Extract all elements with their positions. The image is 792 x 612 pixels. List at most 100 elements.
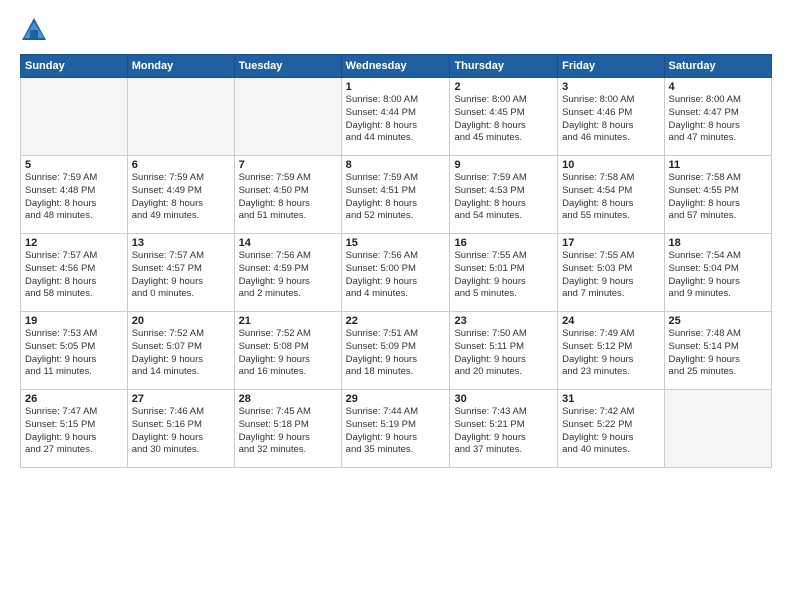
calendar-cell: 27Sunrise: 7:46 AMSunset: 5:16 PMDayligh… (127, 390, 234, 468)
calendar-cell: 16Sunrise: 7:55 AMSunset: 5:01 PMDayligh… (450, 234, 558, 312)
day-number: 10 (562, 159, 659, 171)
weekday-header-monday: Monday (127, 55, 234, 78)
calendar-cell: 2Sunrise: 8:00 AMSunset: 4:45 PMDaylight… (450, 78, 558, 156)
calendar-cell: 14Sunrise: 7:56 AMSunset: 4:59 PMDayligh… (234, 234, 341, 312)
calendar-cell: 23Sunrise: 7:50 AMSunset: 5:11 PMDayligh… (450, 312, 558, 390)
day-info: Sunrise: 7:59 AMSunset: 4:51 PMDaylight:… (346, 172, 446, 223)
day-number: 28 (239, 393, 337, 405)
day-number: 24 (562, 315, 659, 327)
day-info: Sunrise: 7:43 AMSunset: 5:21 PMDaylight:… (454, 406, 553, 457)
day-number: 23 (454, 315, 553, 327)
calendar-cell: 7Sunrise: 7:59 AMSunset: 4:50 PMDaylight… (234, 156, 341, 234)
day-info: Sunrise: 7:56 AMSunset: 4:59 PMDaylight:… (239, 250, 337, 301)
day-info: Sunrise: 7:59 AMSunset: 4:48 PMDaylight:… (25, 172, 123, 223)
day-info: Sunrise: 7:56 AMSunset: 5:00 PMDaylight:… (346, 250, 446, 301)
day-number: 3 (562, 81, 659, 93)
calendar-cell: 28Sunrise: 7:45 AMSunset: 5:18 PMDayligh… (234, 390, 341, 468)
day-info: Sunrise: 8:00 AMSunset: 4:45 PMDaylight:… (454, 94, 553, 145)
day-number: 5 (25, 159, 123, 171)
calendar-cell (234, 78, 341, 156)
day-info: Sunrise: 7:55 AMSunset: 5:03 PMDaylight:… (562, 250, 659, 301)
day-info: Sunrise: 7:48 AMSunset: 5:14 PMDaylight:… (669, 328, 767, 379)
day-number: 17 (562, 237, 659, 249)
day-number: 29 (346, 393, 446, 405)
calendar-cell: 3Sunrise: 8:00 AMSunset: 4:46 PMDaylight… (558, 78, 664, 156)
day-number: 8 (346, 159, 446, 171)
day-number: 19 (25, 315, 123, 327)
day-number: 7 (239, 159, 337, 171)
week-row-2: 5Sunrise: 7:59 AMSunset: 4:48 PMDaylight… (21, 156, 772, 234)
day-info: Sunrise: 7:58 AMSunset: 4:54 PMDaylight:… (562, 172, 659, 223)
calendar-cell: 13Sunrise: 7:57 AMSunset: 4:57 PMDayligh… (127, 234, 234, 312)
day-info: Sunrise: 7:44 AMSunset: 5:19 PMDaylight:… (346, 406, 446, 457)
calendar-cell: 15Sunrise: 7:56 AMSunset: 5:00 PMDayligh… (341, 234, 450, 312)
day-number: 22 (346, 315, 446, 327)
calendar-cell: 30Sunrise: 7:43 AMSunset: 5:21 PMDayligh… (450, 390, 558, 468)
day-info: Sunrise: 7:54 AMSunset: 5:04 PMDaylight:… (669, 250, 767, 301)
calendar-cell: 31Sunrise: 7:42 AMSunset: 5:22 PMDayligh… (558, 390, 664, 468)
day-info: Sunrise: 7:58 AMSunset: 4:55 PMDaylight:… (669, 172, 767, 223)
day-info: Sunrise: 7:59 AMSunset: 4:49 PMDaylight:… (132, 172, 230, 223)
day-number: 1 (346, 81, 446, 93)
day-number: 31 (562, 393, 659, 405)
day-number: 9 (454, 159, 553, 171)
day-number: 20 (132, 315, 230, 327)
week-row-3: 12Sunrise: 7:57 AMSunset: 4:56 PMDayligh… (21, 234, 772, 312)
day-number: 6 (132, 159, 230, 171)
calendar-cell: 1Sunrise: 8:00 AMSunset: 4:44 PMDaylight… (341, 78, 450, 156)
day-info: Sunrise: 7:50 AMSunset: 5:11 PMDaylight:… (454, 328, 553, 379)
day-info: Sunrise: 7:47 AMSunset: 5:15 PMDaylight:… (25, 406, 123, 457)
day-info: Sunrise: 8:00 AMSunset: 4:47 PMDaylight:… (669, 94, 767, 145)
day-number: 16 (454, 237, 553, 249)
calendar-cell: 20Sunrise: 7:52 AMSunset: 5:07 PMDayligh… (127, 312, 234, 390)
calendar-cell: 5Sunrise: 7:59 AMSunset: 4:48 PMDaylight… (21, 156, 128, 234)
day-info: Sunrise: 7:57 AMSunset: 4:57 PMDaylight:… (132, 250, 230, 301)
day-number: 2 (454, 81, 553, 93)
weekday-header-friday: Friday (558, 55, 664, 78)
weekday-header-row: SundayMondayTuesdayWednesdayThursdayFrid… (21, 55, 772, 78)
day-info: Sunrise: 7:46 AMSunset: 5:16 PMDaylight:… (132, 406, 230, 457)
day-info: Sunrise: 7:52 AMSunset: 5:07 PMDaylight:… (132, 328, 230, 379)
calendar-cell: 21Sunrise: 7:52 AMSunset: 5:08 PMDayligh… (234, 312, 341, 390)
calendar-cell: 22Sunrise: 7:51 AMSunset: 5:09 PMDayligh… (341, 312, 450, 390)
day-number: 15 (346, 237, 446, 249)
calendar-cell: 12Sunrise: 7:57 AMSunset: 4:56 PMDayligh… (21, 234, 128, 312)
calendar-cell (127, 78, 234, 156)
day-number: 27 (132, 393, 230, 405)
calendar-cell: 11Sunrise: 7:58 AMSunset: 4:55 PMDayligh… (664, 156, 771, 234)
day-number: 14 (239, 237, 337, 249)
day-info: Sunrise: 8:00 AMSunset: 4:46 PMDaylight:… (562, 94, 659, 145)
calendar-cell: 10Sunrise: 7:58 AMSunset: 4:54 PMDayligh… (558, 156, 664, 234)
weekday-header-thursday: Thursday (450, 55, 558, 78)
calendar-cell (664, 390, 771, 468)
day-info: Sunrise: 7:52 AMSunset: 5:08 PMDaylight:… (239, 328, 337, 379)
week-row-5: 26Sunrise: 7:47 AMSunset: 5:15 PMDayligh… (21, 390, 772, 468)
day-number: 11 (669, 159, 767, 171)
calendar-table: SundayMondayTuesdayWednesdayThursdayFrid… (20, 54, 772, 468)
page-header (20, 16, 772, 44)
calendar-cell: 29Sunrise: 7:44 AMSunset: 5:19 PMDayligh… (341, 390, 450, 468)
day-info: Sunrise: 7:45 AMSunset: 5:18 PMDaylight:… (239, 406, 337, 457)
logo (20, 16, 52, 44)
weekday-header-tuesday: Tuesday (234, 55, 341, 78)
day-number: 18 (669, 237, 767, 249)
day-info: Sunrise: 7:49 AMSunset: 5:12 PMDaylight:… (562, 328, 659, 379)
day-info: Sunrise: 7:59 AMSunset: 4:50 PMDaylight:… (239, 172, 337, 223)
weekday-header-wednesday: Wednesday (341, 55, 450, 78)
day-info: Sunrise: 7:42 AMSunset: 5:22 PMDaylight:… (562, 406, 659, 457)
weekday-header-sunday: Sunday (21, 55, 128, 78)
day-number: 4 (669, 81, 767, 93)
calendar-cell: 9Sunrise: 7:59 AMSunset: 4:53 PMDaylight… (450, 156, 558, 234)
calendar-cell: 17Sunrise: 7:55 AMSunset: 5:03 PMDayligh… (558, 234, 664, 312)
day-info: Sunrise: 7:55 AMSunset: 5:01 PMDaylight:… (454, 250, 553, 301)
day-number: 30 (454, 393, 553, 405)
calendar-cell: 25Sunrise: 7:48 AMSunset: 5:14 PMDayligh… (664, 312, 771, 390)
day-number: 21 (239, 315, 337, 327)
calendar-cell: 8Sunrise: 7:59 AMSunset: 4:51 PMDaylight… (341, 156, 450, 234)
day-info: Sunrise: 8:00 AMSunset: 4:44 PMDaylight:… (346, 94, 446, 145)
week-row-4: 19Sunrise: 7:53 AMSunset: 5:05 PMDayligh… (21, 312, 772, 390)
calendar-cell: 26Sunrise: 7:47 AMSunset: 5:15 PMDayligh… (21, 390, 128, 468)
week-row-1: 1Sunrise: 8:00 AMSunset: 4:44 PMDaylight… (21, 78, 772, 156)
day-info: Sunrise: 7:51 AMSunset: 5:09 PMDaylight:… (346, 328, 446, 379)
calendar-cell (21, 78, 128, 156)
